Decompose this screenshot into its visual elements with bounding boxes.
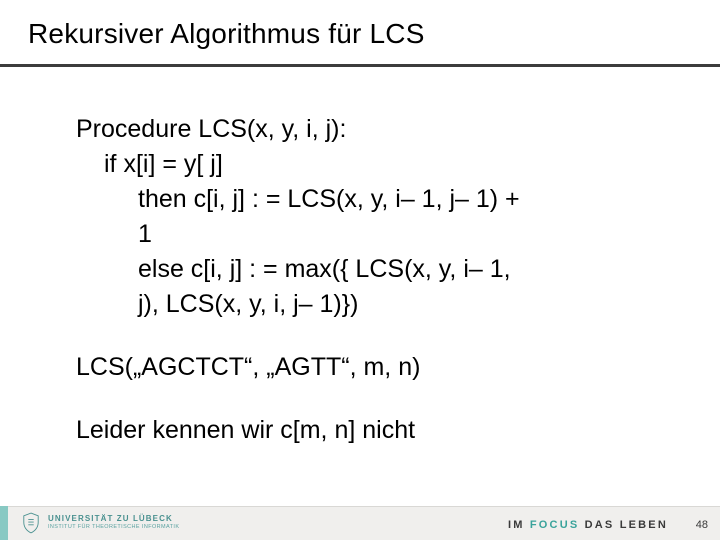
note-line: Leider kennen wir c[m, n] nicht: [76, 414, 688, 447]
then-one: 1: [76, 218, 688, 251]
motto-post: DAS LEBEN: [579, 519, 668, 531]
procedure-head: Procedure LCS(x, y, i, j):: [76, 113, 688, 146]
page-number: 48: [696, 519, 708, 531]
then-line: then c[i, j] : = LCS(x, y, i– 1, j– 1) +: [76, 183, 688, 216]
footer-accent-tick: [0, 506, 8, 540]
if-line: if x[i] = y[ j]: [76, 148, 688, 181]
motto-accent: FOCUS: [530, 519, 580, 531]
motto-pre: IM: [508, 519, 530, 531]
university-text: UNIVERSITÄT ZU LÜBECK INSTITUT FÜR THEOR…: [48, 515, 179, 531]
slide-body: Procedure LCS(x, y, i, j): if x[i] = y[ …: [0, 67, 720, 447]
slide-title: Rekursiver Algorithmus für LCS: [28, 18, 720, 50]
title-region: Rekursiver Algorithmus für LCS: [0, 0, 720, 58]
university-name: UNIVERSITÄT ZU LÜBECK: [48, 515, 179, 523]
slide: { "title": "Rekursiver Algorithmus für L…: [0, 0, 720, 540]
institute-name: INSTITUT FÜR THEORETISCHE INFORMATIK: [48, 525, 179, 531]
footer-motto: IM FOCUS DAS LEBEN: [508, 519, 668, 531]
footer-left: UNIVERSITÄT ZU LÜBECK INSTITUT FÜR THEOR…: [22, 512, 179, 534]
else-cont: j), LCS(x, y, i, j– 1)}): [76, 288, 688, 321]
else-line: else c[i, j] : = max({ LCS(x, y, i– 1,: [76, 253, 688, 286]
footer: UNIVERSITÄT ZU LÜBECK INSTITUT FÜR THEOR…: [0, 506, 720, 540]
university-crest-icon: [22, 512, 40, 534]
call-line: LCS(„AGCTCT“, „AGTT“, m, n): [76, 351, 688, 384]
